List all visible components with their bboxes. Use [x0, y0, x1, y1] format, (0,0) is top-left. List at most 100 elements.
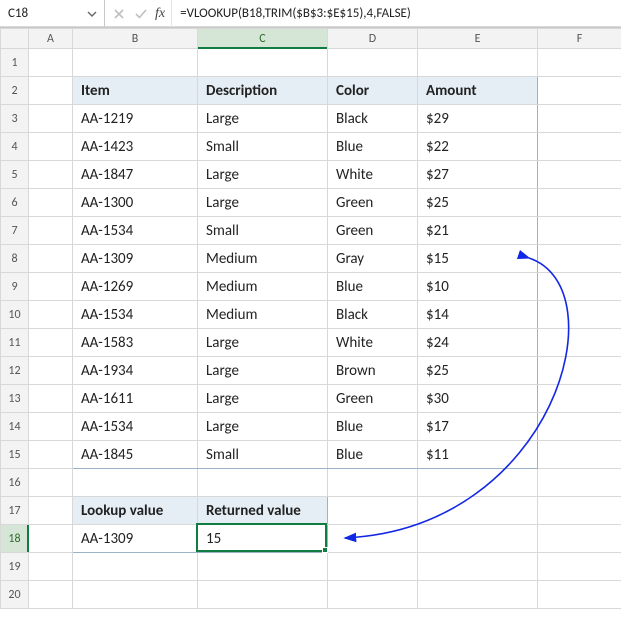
row-header-15[interactable]: 15: [1, 441, 29, 469]
cell-B17[interactable]: Lookup value: [73, 497, 198, 525]
cell-C20[interactable]: [198, 581, 328, 609]
cell-E3[interactable]: $29: [418, 105, 538, 133]
cell-F19[interactable]: [538, 553, 621, 581]
cell-F18[interactable]: [538, 525, 621, 553]
cell-B15[interactable]: AA-1845: [73, 441, 198, 469]
cell-A11[interactable]: [29, 329, 73, 357]
col-header-D[interactable]: D: [328, 29, 418, 49]
cell-A7[interactable]: [29, 217, 73, 245]
cell-E8[interactable]: $15: [418, 245, 538, 273]
cell-D15[interactable]: Blue: [328, 441, 418, 469]
cell-A19[interactable]: [29, 553, 73, 581]
cell-E11[interactable]: $24: [418, 329, 538, 357]
cell-F17[interactable]: [538, 497, 621, 525]
cell-B20[interactable]: [73, 581, 198, 609]
cell-E20[interactable]: [418, 581, 538, 609]
row-header-3[interactable]: 3: [1, 105, 29, 133]
cell-D8[interactable]: Gray: [328, 245, 418, 273]
cell-A6[interactable]: [29, 189, 73, 217]
cell-B11[interactable]: AA-1583: [73, 329, 198, 357]
cell-D7[interactable]: Green: [328, 217, 418, 245]
cell-C11[interactable]: Large: [198, 329, 328, 357]
row-header-19[interactable]: 19: [1, 553, 29, 581]
cell-F10[interactable]: [538, 301, 621, 329]
col-header-A[interactable]: A: [29, 29, 73, 49]
cell-D12[interactable]: Brown: [328, 357, 418, 385]
cell-D10[interactable]: Black: [328, 301, 418, 329]
cell-C2[interactable]: Description: [198, 77, 328, 105]
row-header-4[interactable]: 4: [1, 133, 29, 161]
row-header-13[interactable]: 13: [1, 385, 29, 413]
cell-E7[interactable]: $21: [418, 217, 538, 245]
cell-C4[interactable]: Small: [198, 133, 328, 161]
cell-D13[interactable]: Green: [328, 385, 418, 413]
cell-A5[interactable]: [29, 161, 73, 189]
cell-A17[interactable]: [29, 497, 73, 525]
row-header-18[interactable]: 18: [1, 525, 29, 553]
cell-D9[interactable]: Blue: [328, 273, 418, 301]
row-header-20[interactable]: 20: [1, 581, 29, 609]
cell-B6[interactable]: AA-1300: [73, 189, 198, 217]
cell-B13[interactable]: AA-1611: [73, 385, 198, 413]
cell-C15[interactable]: Small: [198, 441, 328, 469]
cell-F14[interactable]: [538, 413, 621, 441]
cancel-icon[interactable]: [111, 6, 127, 22]
col-header-C[interactable]: C: [198, 29, 328, 49]
cell-A16[interactable]: [29, 469, 73, 497]
col-header-B[interactable]: B: [73, 29, 198, 49]
row-header-7[interactable]: 7: [1, 217, 29, 245]
cell-F15[interactable]: [538, 441, 621, 469]
cell-F8[interactable]: [538, 245, 621, 273]
cell-B4[interactable]: AA-1423: [73, 133, 198, 161]
cell-B8[interactable]: AA-1309: [73, 245, 198, 273]
row-header-6[interactable]: 6: [1, 189, 29, 217]
cell-A15[interactable]: [29, 441, 73, 469]
cell-A18[interactable]: [29, 525, 73, 553]
fx-icon[interactable]: fx: [155, 6, 165, 22]
row-header-17[interactable]: 17: [1, 497, 29, 525]
cell-F5[interactable]: [538, 161, 621, 189]
cell-B16[interactable]: [73, 469, 198, 497]
cell-E4[interactable]: $22: [418, 133, 538, 161]
cell-F13[interactable]: [538, 385, 621, 413]
cell-F16[interactable]: [538, 469, 621, 497]
row-header-9[interactable]: 9: [1, 273, 29, 301]
grid[interactable]: A B C D E F 12ItemDescriptionColorAmount…: [0, 28, 621, 609]
cell-A14[interactable]: [29, 413, 73, 441]
cell-B18[interactable]: AA-1309: [73, 525, 198, 553]
row-header-1[interactable]: 1: [1, 49, 29, 77]
cell-B10[interactable]: AA-1534: [73, 301, 198, 329]
cell-D5[interactable]: White: [328, 161, 418, 189]
cell-C8[interactable]: Medium: [198, 245, 328, 273]
cell-B19[interactable]: [73, 553, 198, 581]
col-header-F[interactable]: F: [538, 29, 621, 49]
row-header-16[interactable]: 16: [1, 469, 29, 497]
cell-F2[interactable]: [538, 77, 621, 105]
cell-D18[interactable]: [328, 525, 418, 553]
chevron-down-icon[interactable]: [84, 6, 100, 22]
cell-B7[interactable]: AA-1534: [73, 217, 198, 245]
cell-E6[interactable]: $25: [418, 189, 538, 217]
cell-B5[interactable]: AA-1847: [73, 161, 198, 189]
select-all-corner[interactable]: [1, 29, 29, 49]
cell-C18[interactable]: 15: [198, 525, 328, 553]
cell-D4[interactable]: Blue: [328, 133, 418, 161]
formula-input[interactable]: =VLOOKUP(B18,TRIM($B$3:$E$15),4,FALSE): [172, 6, 621, 21]
cell-D11[interactable]: White: [328, 329, 418, 357]
cell-F9[interactable]: [538, 273, 621, 301]
confirm-icon[interactable]: [133, 6, 149, 22]
row-header-11[interactable]: 11: [1, 329, 29, 357]
row-header-8[interactable]: 8: [1, 245, 29, 273]
row-header-12[interactable]: 12: [1, 357, 29, 385]
cell-D6[interactable]: Green: [328, 189, 418, 217]
col-header-E[interactable]: E: [418, 29, 538, 49]
cell-C5[interactable]: Large: [198, 161, 328, 189]
cell-F7[interactable]: [538, 217, 621, 245]
cell-F12[interactable]: [538, 357, 621, 385]
cell-A1[interactable]: [29, 49, 73, 77]
cell-C3[interactable]: Large: [198, 105, 328, 133]
cell-C19[interactable]: [198, 553, 328, 581]
cell-A20[interactable]: [29, 581, 73, 609]
cell-E19[interactable]: [418, 553, 538, 581]
cell-B9[interactable]: AA-1269: [73, 273, 198, 301]
